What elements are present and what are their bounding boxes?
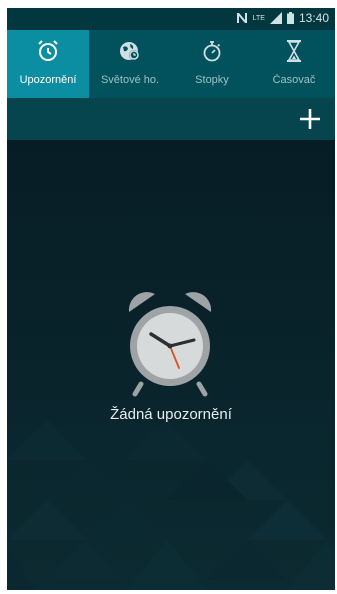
clock-time: 13:40	[298, 11, 329, 25]
tab-stopwatch[interactable]: Stopky	[171, 30, 253, 98]
alarm-clock-illustration	[128, 292, 212, 397]
phone-screen: LTE 13:40 Upozornění Světové ho. Stopky …	[7, 8, 335, 590]
tab-world-clock-label: Světové ho.	[100, 74, 160, 86]
action-bar	[7, 98, 335, 140]
plus-icon[interactable]	[295, 104, 325, 134]
tab-world-clock[interactable]: Světové ho.	[89, 30, 171, 98]
empty-state-message: Žádná upozornění	[110, 406, 232, 423]
tab-timer-label: Časovač	[272, 74, 316, 86]
tab-stopwatch-label: Stopky	[195, 74, 229, 86]
alarm-list-area: Žádná upozornění	[7, 140, 335, 590]
n-icon	[236, 13, 247, 23]
globe-clock-icon	[120, 42, 139, 60]
status-bar: LTE 13:40	[7, 8, 335, 30]
signal-icon	[269, 12, 282, 24]
stopwatch-icon	[203, 41, 221, 62]
triangle-pattern-background	[7, 420, 335, 590]
tab-bar: Upozornění Světové ho. Stopky Časovač	[7, 30, 335, 98]
alarm-clock-icon	[38, 40, 58, 61]
network-type: LTE	[252, 14, 265, 22]
tab-timer[interactable]: Časovač	[253, 30, 335, 98]
hourglass-icon	[287, 40, 301, 62]
tab-alarm[interactable]: Upozornění	[7, 30, 89, 98]
tab-alarm-label: Upozornění	[19, 74, 77, 86]
battery-icon	[286, 12, 294, 24]
